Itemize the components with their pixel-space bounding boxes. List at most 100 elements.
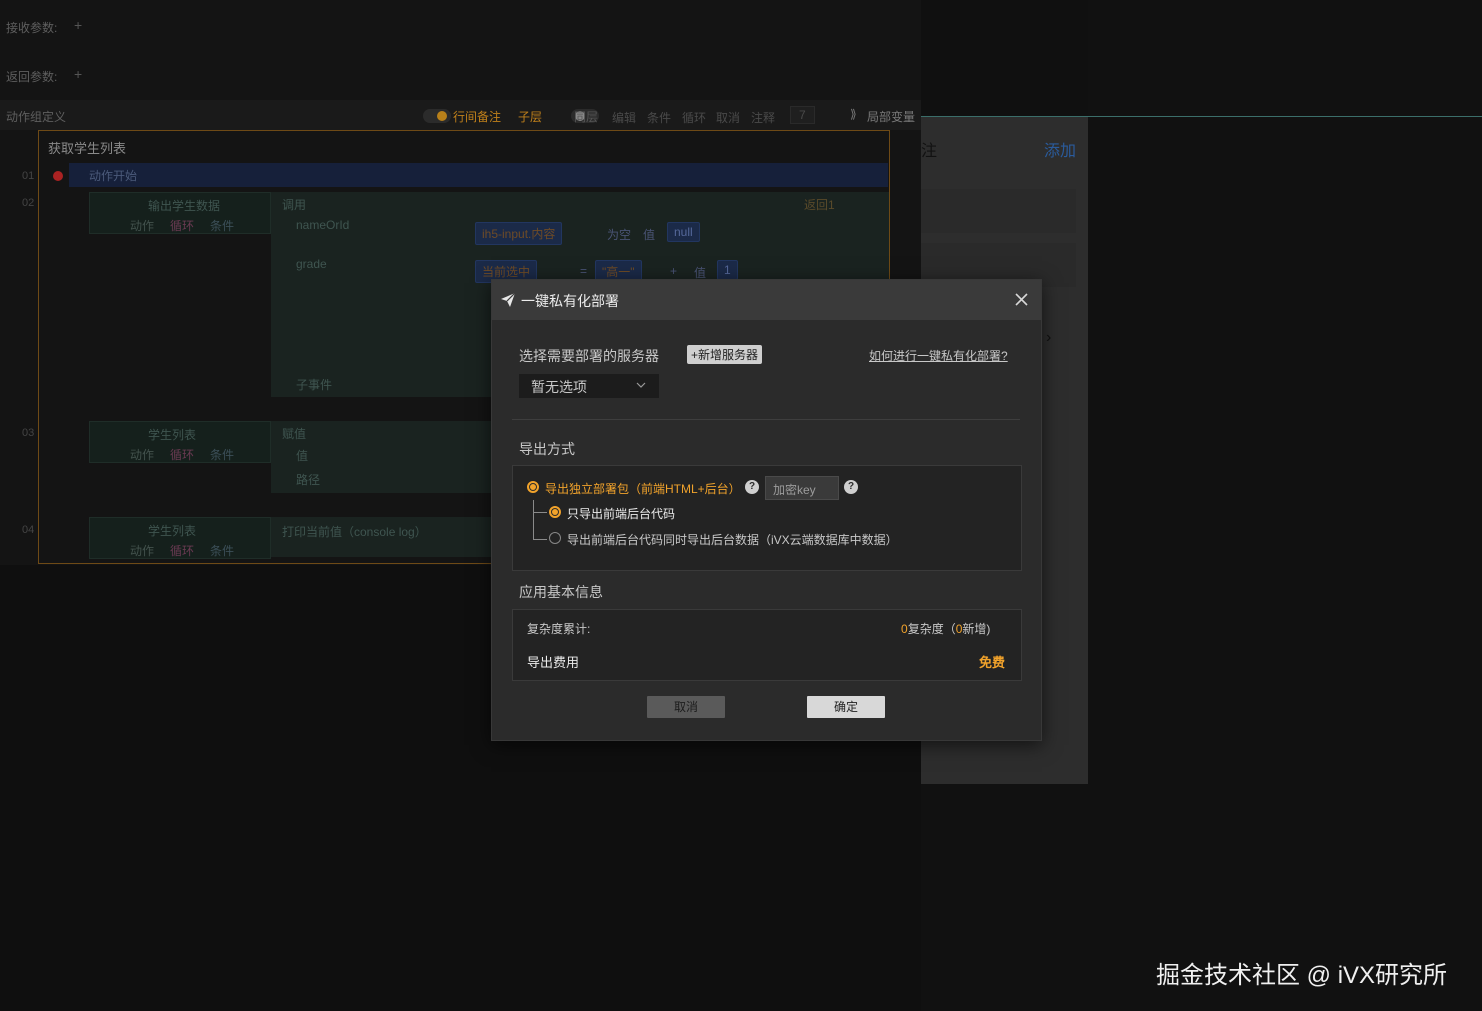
sub-event-label: 子事件 [296,376,332,393]
export-options-box: 导出独立部署包（前端HTML+后台） ? 加密key ? 只导出前端后台代码 导… [512,465,1022,571]
tree-line [533,539,547,540]
app-info-box: 复杂度累计: 0复杂度（0新增) 导出费用 免费 [512,609,1022,681]
help-icon[interactable]: ? [844,480,858,494]
tab-condition[interactable]: 条件 [210,542,234,559]
server-select[interactable]: 暂无选项 [519,374,659,398]
tab-action[interactable]: 动作 [130,542,154,559]
option-code-only-label[interactable]: 只导出前端后台代码 [567,505,675,522]
toolbar-item-loop[interactable]: 循环 [682,109,706,126]
help-icon[interactable]: ? [745,480,759,494]
toolbar-item-cancel[interactable]: 取消 [716,109,740,126]
output-node[interactable]: 输出学生数据 动作 循环 条件 [89,192,271,234]
tab-loop[interactable]: 循环 [170,446,194,463]
child-layer-label: 子层 [518,108,542,125]
radio-code-only[interactable] [549,506,561,518]
student-list-label-2: 学生列表 [148,522,196,539]
tree-line [533,512,547,513]
complexity-new-label: 新增) [962,622,990,636]
line-note-toggle[interactable] [423,109,451,123]
option-standalone-label[interactable]: 导出独立部署包（前端HTML+后台） [545,480,741,497]
tab-loop[interactable]: 循环 [170,542,194,559]
action-start-label: 动作开始 [89,167,137,184]
radio-with-data[interactable] [549,532,561,544]
action-start-row [69,163,888,187]
add-server-button[interactable]: +新增服务器 [687,345,762,364]
path-label: 路径 [296,471,320,488]
return-select[interactable]: 返回1 [804,196,835,213]
add-button[interactable]: 添加 [1044,137,1076,161]
function-title: 获取学生列表 [48,138,126,157]
row-number: 01 [22,170,34,182]
watermark: 掘金技术社区 @ iVX研究所 [1156,955,1447,990]
tab-condition[interactable]: 条件 [210,446,234,463]
chip-null[interactable]: null [667,222,700,242]
student-list-label: 学生列表 [148,426,196,443]
action-group-bar: 动作组定义 行间备注 子层 同层 编辑 条件 循环 取消 注释 7 ⟫ 局部变量 [0,100,921,130]
chip-plus: + [670,264,677,278]
app-info-label: 应用基本信息 [519,582,603,602]
divider [512,419,1020,420]
assign-panel: 赋值 值 路径 [271,421,501,493]
chip-one[interactable]: 1 [717,260,738,280]
list-item[interactable] [921,189,1076,233]
local-var-chevron-icon: ⟫ [850,107,857,121]
export-fee-label: 导出费用 [527,652,579,671]
local-var-label[interactable]: 局部变量 [867,108,915,125]
option-with-data-label[interactable]: 导出前端后台代码同时导出后台数据（iVX云端数据库中数据） [567,531,898,548]
breakpoint-icon[interactable] [53,171,63,181]
toolbar-number[interactable]: 7 [790,106,815,124]
add-return-param-icon[interactable]: + [74,66,82,82]
chevron-down-icon [636,382,646,389]
receive-params-label: 接收参数: [6,19,57,36]
radio-standalone[interactable] [527,481,539,493]
same-layer-label: 同层 [574,108,598,125]
call-label: 调用 [282,196,306,213]
complexity-summary: 0复杂度（0新增) [901,620,990,637]
return-params-label: 返回参数: [6,68,57,85]
row-number: 03 [22,427,34,439]
chip-input-content[interactable]: ih5-input.内容 [475,222,562,245]
encrypt-key-input[interactable]: 加密key [765,476,839,500]
print-panel: 打印当前值（console log） [271,517,501,557]
private-deploy-dialog: 一键私有化部署 选择需要部署的服务器 +新增服务器 如何进行一键私有化部署? 暂… [491,279,1042,741]
dialog-title: 一键私有化部署 [521,291,619,311]
assign-label: 赋值 [282,425,306,442]
chip-value: 值 [643,226,655,243]
tree-line [533,500,534,540]
export-fee-value: 免费 [979,652,1005,671]
complexity-unit: 复杂度（ [908,622,956,636]
choose-server-label: 选择需要部署的服务器 [519,346,659,366]
encrypt-key-placeholder: 加密key [773,481,816,498]
confirm-button[interactable]: 确定 [807,696,885,718]
action-group-label: 动作组定义 [6,108,66,125]
dialog-header: 一键私有化部署 [492,280,1041,320]
toolbar-item-edit[interactable]: 编辑 [612,109,636,126]
student-list-node-2[interactable]: 学生列表 动作 循环 条件 [89,517,271,559]
row-number: 02 [22,197,34,209]
tab-action[interactable]: 动作 [130,446,154,463]
paper-plane-icon [500,292,516,308]
chevron-right-icon[interactable]: › [1046,329,1051,347]
complexity-value: 0 [901,622,908,636]
deploy-help-link[interactable]: 如何进行一键私有化部署? [869,347,1008,364]
student-list-node[interactable]: 学生列表 动作 循环 条件 [89,421,271,463]
tab-loop[interactable]: 循环 [170,217,194,234]
output-node-label: 输出学生数据 [148,197,220,214]
close-icon[interactable] [1015,293,1028,306]
param-grade: grade [296,257,327,271]
param-nameOrId: nameOrId [296,218,349,232]
server-select-value: 暂无选项 [531,377,587,397]
line-note-label: 行间备注 [453,108,501,125]
chip-empty: 为空 [607,226,631,243]
toolbar-item-condition[interactable]: 条件 [647,109,671,126]
value-label: 值 [296,447,308,464]
right-top-bar [921,0,1088,117]
export-mode-label: 导出方式 [519,439,575,459]
tab-action[interactable]: 动作 [130,217,154,234]
toolbar-item-comment[interactable]: 注释 [751,109,775,126]
tab-condition[interactable]: 条件 [210,217,234,234]
row-number: 04 [22,524,34,536]
complexity-label: 复杂度累计: [527,620,590,637]
add-receive-param-icon[interactable]: + [74,17,82,33]
cancel-button[interactable]: 取消 [647,696,725,718]
